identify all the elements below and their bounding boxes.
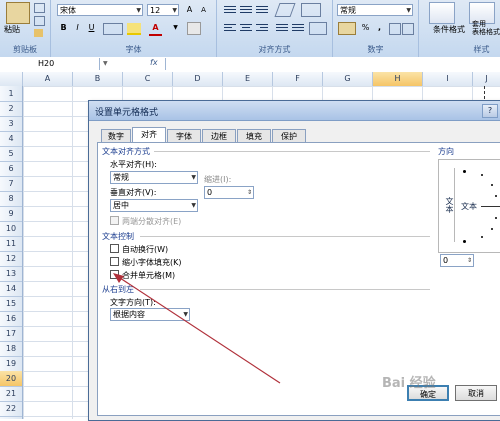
annotation-arrow xyxy=(113,273,281,384)
watermark: Bai 经验 xyxy=(382,376,436,391)
